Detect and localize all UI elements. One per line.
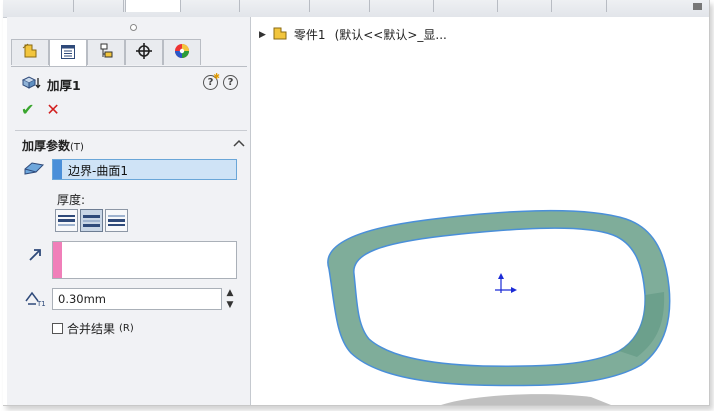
thickness-label: 厚度: xyxy=(57,193,86,207)
toolbar-tab[interactable] xyxy=(239,0,310,12)
toolbar-tab[interactable] xyxy=(369,0,434,12)
tab-configuration-manager[interactable] xyxy=(87,39,125,65)
thicken-params-group-title[interactable]: 加厚参数(T) xyxy=(22,137,84,154)
group-title-label: 加厚参数 xyxy=(22,139,71,153)
face-selection-box[interactable]: 边界-曲面1 xyxy=(52,159,237,180)
face-selection-value: 边界-曲面1 xyxy=(68,164,128,178)
merge-result-shortcut: (R) xyxy=(119,323,134,334)
property-manager-icon xyxy=(59,43,77,64)
property-manager-panel: 加厚1 ? ✱ ? ✔ ✕ 加厚参数(T) 边界-曲面1 厚度: T1 0.30… xyxy=(7,17,251,405)
merge-result-label: 合并结果 xyxy=(67,322,116,336)
surface-select-icon xyxy=(23,161,45,180)
thickness-spinner[interactable]: ▲ ▼ xyxy=(224,288,236,310)
thickened-surface-model[interactable] xyxy=(251,17,709,405)
merge-result-option[interactable]: 合并结果 (R) xyxy=(52,320,134,337)
merge-result-checkbox[interactable] xyxy=(52,323,63,334)
spin-up-icon[interactable]: ▲ xyxy=(227,288,234,298)
help-buttons: ? ✱ ? xyxy=(203,72,238,90)
toolbar-overflow-icon[interactable] xyxy=(693,3,702,10)
graphics-area[interactable]: ▶ 零件1 (默认<<默认>_显... xyxy=(251,17,709,405)
toolbar-tab[interactable] xyxy=(309,0,370,12)
display-manager-icon xyxy=(173,42,191,63)
thickness-spin-icon: T1 xyxy=(23,289,47,310)
group-title-shortcut: (T) xyxy=(70,142,84,153)
tab-dimxpert[interactable] xyxy=(125,39,163,65)
direction-arrow-icon xyxy=(27,247,43,266)
feature-title: 加厚1 xyxy=(21,75,81,93)
toolbar-tab[interactable] xyxy=(433,0,498,12)
toolbar-tab[interactable] xyxy=(179,0,240,12)
dimxpert-icon xyxy=(135,42,153,63)
toolbar-tab[interactable] xyxy=(497,0,552,12)
direction-color-bar xyxy=(53,242,62,278)
chevron-up-icon[interactable] xyxy=(233,136,245,150)
direction-selection-box[interactable] xyxy=(52,241,237,279)
toolbar-tab-active[interactable] xyxy=(125,0,181,12)
tab-display-manager[interactable] xyxy=(163,39,201,65)
thickness-input[interactable]: 0.30mm xyxy=(52,288,222,310)
feature-manager-icon xyxy=(21,42,39,63)
svg-text:T1: T1 xyxy=(36,300,46,307)
panel-grip-icon[interactable] xyxy=(130,24,137,31)
spin-down-icon[interactable]: ▼ xyxy=(227,300,234,310)
x-icon[interactable]: ✕ xyxy=(46,101,59,119)
thicken-side1-button[interactable] xyxy=(55,209,78,232)
toolbar-tab[interactable] xyxy=(551,0,607,12)
toolbar-strip xyxy=(3,0,709,18)
application-window: 加厚1 ? ✱ ? ✔ ✕ 加厚参数(T) 边界-曲面1 厚度: T1 0.30… xyxy=(3,0,710,406)
tab-feature-manager[interactable] xyxy=(11,39,49,65)
thicken-side2-button[interactable] xyxy=(105,209,128,232)
origin-icon xyxy=(495,273,517,293)
checkmark-icon[interactable]: ✔ xyxy=(21,101,34,119)
thicken-feature-icon xyxy=(21,74,41,95)
toolbar-tab[interactable] xyxy=(73,0,124,12)
thicken-both-sides-button[interactable] xyxy=(80,209,103,232)
configuration-manager-icon xyxy=(97,42,115,63)
divider xyxy=(15,130,247,131)
toolbar-tab[interactable] xyxy=(33,0,74,12)
thickness-options xyxy=(55,209,128,232)
thickness-value: 0.30mm xyxy=(58,292,107,306)
manager-tabs xyxy=(11,39,247,67)
help-icon[interactable]: ? xyxy=(223,75,238,90)
feature-title-label: 加厚1 xyxy=(47,77,81,93)
whats-new-help-icon[interactable]: ? ✱ xyxy=(203,72,220,90)
selection-color-bar xyxy=(53,160,62,179)
tab-property-manager[interactable] xyxy=(49,39,87,66)
ok-cancel-row: ✔ ✕ xyxy=(21,101,60,119)
